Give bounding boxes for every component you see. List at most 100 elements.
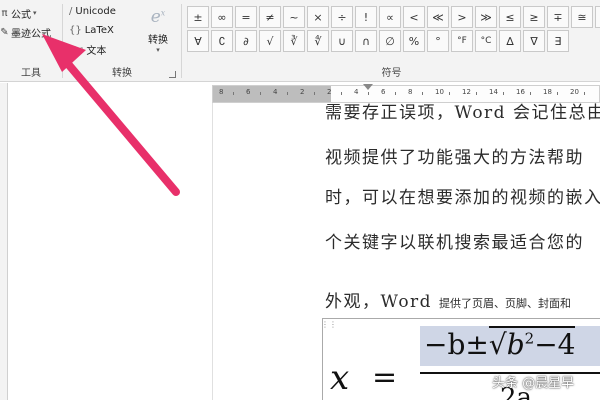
- chevron-down-icon: ▾: [156, 45, 160, 54]
- dialog-launcher-icon[interactable]: [169, 71, 176, 78]
- symbol-button[interactable]: ±: [187, 6, 209, 28]
- symbol-gallery: ±∞=≠~×÷!∝<≪>≫≤≥∓≅≈ ∀∁∂√∛∜∪∩∅%°°F°C∆∇∃: [187, 6, 600, 52]
- latex-option[interactable]: {} LaTeX: [69, 21, 114, 39]
- braces-icon: {}: [69, 24, 82, 36]
- ruler-minor-tick: [368, 92, 369, 95]
- symbol-button[interactable]: ∪: [331, 30, 353, 52]
- symbol-button[interactable]: ≪: [427, 6, 449, 28]
- ruler-tick-label: 8: [219, 88, 224, 96]
- ruler-tick-label: 2: [300, 88, 305, 96]
- ruler-minor-tick: [341, 92, 342, 95]
- ink-equation-button[interactable]: ✎ 墨迹公式: [0, 23, 51, 41]
- ruler-minor-tick: [314, 92, 315, 95]
- ruler-minor-tick: [449, 92, 450, 95]
- symbol-button[interactable]: °C: [475, 30, 497, 52]
- indent-marker-icon[interactable]: [363, 84, 373, 90]
- ruler-tick-label: 8: [408, 88, 413, 96]
- symbol-button[interactable]: ∇: [523, 30, 545, 52]
- ruler-minor-tick: [584, 92, 585, 95]
- symbol-button[interactable]: ∁: [211, 30, 233, 52]
- doc-line-1: 需要存正误项，Word 会记住总由: [325, 103, 600, 123]
- symbol-button[interactable]: ×: [307, 6, 329, 28]
- exponent: 2: [524, 329, 535, 348]
- ruler-tick-label: 6: [246, 88, 251, 96]
- symbol-button[interactable]: ≅: [571, 6, 593, 28]
- abc-icon: abc: [69, 44, 84, 54]
- symbol-button[interactable]: ∩: [355, 30, 377, 52]
- tools-group: π 公式 ▾ ✎ 墨迹公式 工具: [0, 0, 62, 82]
- radical-sign: √: [488, 328, 507, 361]
- radical-group: √b2−4: [488, 326, 576, 361]
- symbol-button[interactable]: √: [259, 30, 281, 52]
- doc-line-4: 个关键字以联机搜索最适合您的: [325, 233, 584, 253]
- ruler-tick-label: 4: [273, 88, 278, 96]
- symbol-button[interactable]: =: [235, 6, 257, 28]
- symbol-button[interactable]: ∝: [379, 6, 401, 28]
- doc-line-5: 外观，Word 提供了页眉、页脚、封面和: [325, 287, 571, 312]
- symbol-button[interactable]: ≫: [475, 6, 497, 28]
- symbol-button[interactable]: ∜: [307, 30, 329, 52]
- ruler-tick-label: 12: [462, 88, 471, 96]
- symbol-button[interactable]: ≈: [595, 6, 600, 28]
- symbol-button[interactable]: ∞: [211, 6, 233, 28]
- page-edge: [212, 103, 213, 400]
- chevron-down-icon: ▾: [33, 9, 37, 17]
- symbols-group-label: 符号: [381, 68, 402, 79]
- text-option[interactable]: abc 文本: [69, 40, 106, 58]
- equation-numerator[interactable]: −b±√b2−4: [420, 322, 600, 366]
- ruler-minor-tick: [260, 92, 261, 95]
- convert-button[interactable]: ex 转换 ▾: [138, 2, 178, 60]
- symbol-button[interactable]: !: [355, 6, 377, 28]
- doc-line-5-small: 提供了页眉、页脚、封面和: [438, 297, 571, 310]
- ruler-minor-tick: [476, 92, 477, 95]
- symbol-button[interactable]: ∃: [547, 30, 569, 52]
- pen-icon: ✎: [0, 26, 9, 38]
- unicode-option[interactable]: / Unicode: [69, 2, 116, 20]
- ruler-minor-tick: [422, 92, 423, 95]
- symbol-button[interactable]: %: [403, 30, 425, 52]
- symbol-button[interactable]: ÷: [331, 6, 353, 28]
- equation-button[interactable]: π 公式 ▾: [0, 4, 37, 22]
- symbol-button[interactable]: ∅: [379, 30, 401, 52]
- ink-equation-label: 墨迹公式: [11, 28, 51, 40]
- equation-convert-icon: ex: [150, 6, 166, 27]
- symbol-button[interactable]: ≥: [523, 6, 545, 28]
- doc-line-3: 时，可以在想要添加的视频的嵌入: [325, 188, 600, 208]
- ruler-tick-label: 10: [435, 88, 444, 96]
- symbol-button[interactable]: °F: [451, 30, 473, 52]
- symbol-button[interactable]: ≠: [259, 6, 281, 28]
- symbol-button[interactable]: <: [403, 6, 425, 28]
- ruler-minor-tick: [233, 92, 234, 95]
- latex-label: LaTeX: [84, 24, 114, 36]
- convert-group: / Unicode {} LaTeX abc 文本 ex 转换 ▾ 转换: [63, 0, 181, 82]
- text-label: 文本: [86, 45, 107, 57]
- symbol-button[interactable]: ∓: [547, 6, 569, 28]
- watermark: 头条 @晨星早: [492, 376, 575, 391]
- symbol-button[interactable]: ≤: [499, 6, 521, 28]
- ruler-minor-tick: [395, 92, 396, 95]
- symbol-button[interactable]: °: [427, 30, 449, 52]
- equation-handle-icon[interactable]: ⋮⋮: [321, 320, 337, 329]
- ruler-minor-tick: [287, 92, 288, 95]
- b-squared: b: [506, 328, 525, 361]
- doc-line-2: 视频提供了功能强大的方法帮助: [325, 148, 584, 168]
- symbol-button[interactable]: ∛: [283, 30, 305, 52]
- navigation-strip: [0, 83, 8, 400]
- group-divider: [181, 4, 182, 78]
- ruler-tick-label: 2: [327, 88, 332, 96]
- slash-icon: /: [69, 5, 73, 17]
- ribbon: π 公式 ▾ ✎ 墨迹公式 工具 / Unicode {} LaTeX abc …: [0, 0, 600, 82]
- ruler-tick-label: 4: [354, 88, 359, 96]
- symbol-button[interactable]: ~: [283, 6, 305, 28]
- numerator-text: −b±√b2−4: [424, 326, 576, 361]
- numerator-minus-b: −b±: [424, 328, 489, 361]
- unicode-label: Unicode: [75, 5, 116, 17]
- ruler-minor-tick: [557, 92, 558, 95]
- ruler-tick-label: 18: [543, 88, 552, 96]
- symbol-button[interactable]: ∀: [187, 30, 209, 52]
- symbol-button[interactable]: ∂: [235, 30, 257, 52]
- numerator-tail: −4: [534, 328, 576, 361]
- symbol-button[interactable]: ∆: [499, 30, 521, 52]
- convert-button-label: 转换: [148, 34, 168, 46]
- symbol-button[interactable]: >: [451, 6, 473, 28]
